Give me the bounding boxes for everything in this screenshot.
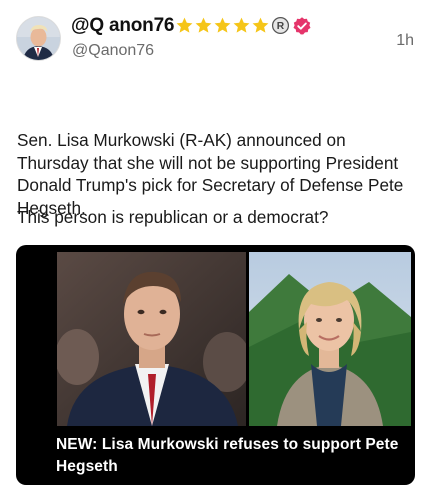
star-icon	[214, 17, 231, 33]
murkowski-photo	[249, 252, 411, 426]
badge-group: R	[175, 16, 312, 36]
registered-icon: R	[272, 16, 290, 35]
name-row: @Q anon76 R	[71, 13, 312, 39]
media-caption: NEW: Lisa Murkowski refuses to support P…	[56, 436, 399, 475]
timestamp: 1h	[396, 32, 414, 49]
media-card[interactable]: NEW: Lisa Murkowski refuses to support P…	[16, 245, 415, 485]
post-header: @Q anon76 R @Qanon76 1h	[0, 0, 431, 70]
svg-text:R: R	[277, 21, 285, 32]
handle[interactable]: @Qanon76	[72, 42, 154, 60]
verified-icon	[293, 17, 311, 35]
display-name[interactable]: @Q anon76	[71, 15, 175, 37]
post-question: This person is republican or a democrat?	[17, 207, 329, 227]
post-text: Sen. Lisa Murkowski (R-AK) announced on …	[17, 130, 409, 218]
star-icon	[195, 17, 212, 33]
hegseth-photo	[57, 252, 246, 426]
star-icon	[252, 17, 269, 33]
star-icon	[233, 17, 250, 33]
star-icon	[176, 17, 193, 33]
avatar[interactable]	[17, 17, 60, 60]
